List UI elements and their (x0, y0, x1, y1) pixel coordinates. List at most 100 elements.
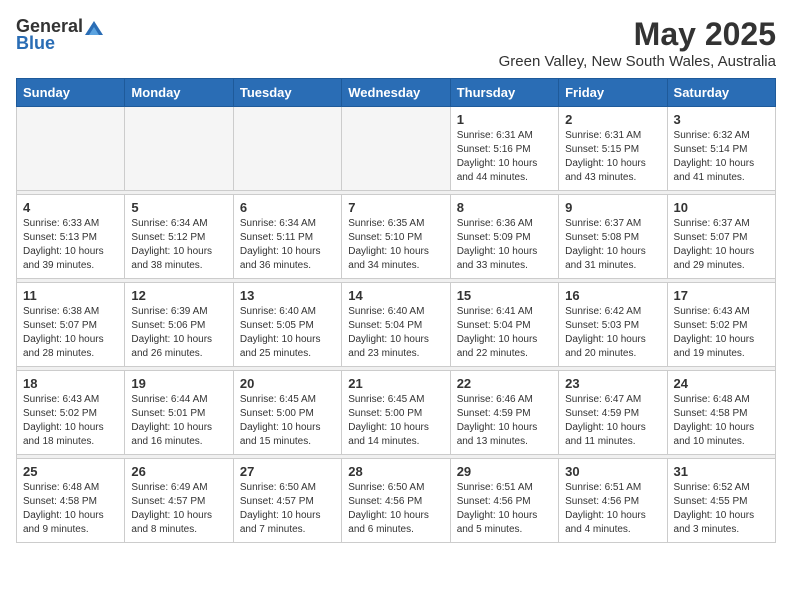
weekday-header-friday: Friday (559, 79, 667, 107)
day-number: 25 (23, 464, 118, 479)
weekday-header-monday: Monday (125, 79, 233, 107)
day-number: 30 (565, 464, 660, 479)
day-info: Sunrise: 6:37 AM Sunset: 5:07 PM Dayligh… (674, 217, 769, 273)
day-info: Sunrise: 6:34 AM Sunset: 5:12 PM Dayligh… (131, 217, 226, 273)
header: General Blue May 2025 Green Valley, New … (16, 16, 776, 70)
calendar-cell: 16 Sunrise: 6:42 AM Sunset: 5:03 PM Dayli… (559, 283, 667, 367)
weekday-header-wednesday: Wednesday (342, 79, 450, 107)
day-info: Sunrise: 6:35 AM Sunset: 5:10 PM Dayligh… (348, 217, 443, 273)
calendar-cell: 27Sunrise: 6:50 AM Sunset: 4:57 PM Dayli… (233, 459, 341, 543)
day-number: 2 (565, 112, 660, 127)
day-number: 19 (131, 376, 226, 391)
day-info: Sunrise: 6:48 AM Sunset: 4:58 PM Dayligh… (674, 393, 769, 449)
calendar-cell: 31 Sunrise: 6:52 AM Sunset: 4:55 PM Dayli… (667, 459, 775, 543)
day-info: Sunrise: 6:41 AM Sunset: 5:04 PM Dayligh… (457, 305, 552, 361)
day-number: 8 (457, 200, 552, 215)
day-info: Sunrise: 6:38 AM Sunset: 5:07 PM Dayligh… (23, 305, 118, 361)
day-info: Sunrise: 6:37 AM Sunset: 5:08 PM Dayligh… (565, 217, 660, 273)
day-number: 22 (457, 376, 552, 391)
day-number: 12 (131, 288, 226, 303)
calendar-cell: 29 Sunrise: 6:51 AM Sunset: 4:56 PM Dayli… (450, 459, 558, 543)
day-info: Sunrise: 6:44 AM Sunset: 5:01 PM Dayligh… (131, 393, 226, 449)
day-number: 28 (348, 464, 443, 479)
calendar-cell (125, 107, 233, 191)
day-info: Sunrise: 6:46 AM Sunset: 4:59 PM Dayligh… (457, 393, 552, 449)
day-info: Sunrise: 6:32 AM Sunset: 5:14 PM Dayligh… (674, 129, 769, 185)
day-number: 23 (565, 376, 660, 391)
location-title: Green Valley, New South Wales, Australia (499, 53, 776, 70)
calendar-cell: 30 Sunrise: 6:51 AM Sunset: 4:56 PM Dayli… (559, 459, 667, 543)
calendar-cell: 22 Sunrise: 6:46 AM Sunset: 4:59 PM Dayli… (450, 371, 558, 455)
day-number: 13 (240, 288, 335, 303)
day-info: Sunrise: 6:48 AM Sunset: 4:58 PM Dayligh… (23, 481, 118, 537)
calendar-cell (17, 107, 125, 191)
calendar-cell: 15 Sunrise: 6:41 AM Sunset: 5:04 PM Dayli… (450, 283, 558, 367)
week-row-1: 1 Sunrise: 6:31 AM Sunset: 5:16 PM Daylig… (17, 107, 776, 191)
weekday-header-thursday: Thursday (450, 79, 558, 107)
day-info: Sunrise: 6:51 AM Sunset: 4:56 PM Dayligh… (457, 481, 552, 537)
calendar-cell: 2 Sunrise: 6:31 AM Sunset: 5:15 PM Daylig… (559, 107, 667, 191)
calendar-cell: 11 Sunrise: 6:38 AM Sunset: 5:07 PM Dayli… (17, 283, 125, 367)
day-number: 7 (348, 200, 443, 215)
calendar-cell (342, 107, 450, 191)
calendar-cell: 17Sunrise: 6:43 AM Sunset: 5:02 PM Dayli… (667, 283, 775, 367)
calendar-cell: 28 Sunrise: 6:50 AM Sunset: 4:56 PM Dayli… (342, 459, 450, 543)
calendar-cell: 7 Sunrise: 6:35 AM Sunset: 5:10 PM Daylig… (342, 195, 450, 279)
calendar-cell: 10 Sunrise: 6:37 AM Sunset: 5:07 PM Dayli… (667, 195, 775, 279)
day-number: 11 (23, 288, 118, 303)
day-info: Sunrise: 6:52 AM Sunset: 4:55 PM Dayligh… (674, 481, 769, 537)
day-number: 10 (674, 200, 769, 215)
day-number: 24 (674, 376, 769, 391)
day-info: Sunrise: 6:42 AM Sunset: 5:03 PM Dayligh… (565, 305, 660, 361)
day-number: 16 (565, 288, 660, 303)
calendar-cell: 1 Sunrise: 6:31 AM Sunset: 5:16 PM Daylig… (450, 107, 558, 191)
day-number: 26 (131, 464, 226, 479)
week-row-4: 18 Sunrise: 6:43 AM Sunset: 5:02 PM Dayli… (17, 371, 776, 455)
day-info: Sunrise: 6:36 AM Sunset: 5:09 PM Dayligh… (457, 217, 552, 273)
calendar: SundayMondayTuesdayWednesdayThursdayFrid… (16, 78, 776, 543)
weekday-header-sunday: Sunday (17, 79, 125, 107)
weekday-header-tuesday: Tuesday (233, 79, 341, 107)
day-number: 21 (348, 376, 443, 391)
day-number: 9 (565, 200, 660, 215)
calendar-cell: 9 Sunrise: 6:37 AM Sunset: 5:08 PM Daylig… (559, 195, 667, 279)
title-area: May 2025 Green Valley, New South Wales, … (499, 16, 776, 70)
day-info: Sunrise: 6:51 AM Sunset: 4:56 PM Dayligh… (565, 481, 660, 537)
day-number: 17 (674, 288, 769, 303)
day-number: 5 (131, 200, 226, 215)
week-row-3: 11 Sunrise: 6:38 AM Sunset: 5:07 PM Dayli… (17, 283, 776, 367)
day-info: Sunrise: 6:45 AM Sunset: 5:00 PM Dayligh… (240, 393, 335, 449)
day-number: 29 (457, 464, 552, 479)
calendar-cell: 3Sunrise: 6:32 AM Sunset: 5:14 PM Daylig… (667, 107, 775, 191)
calendar-cell: 8 Sunrise: 6:36 AM Sunset: 5:09 PM Daylig… (450, 195, 558, 279)
day-number: 18 (23, 376, 118, 391)
day-info: Sunrise: 6:34 AM Sunset: 5:11 PM Dayligh… (240, 217, 335, 273)
day-info: Sunrise: 6:40 AM Sunset: 5:04 PM Dayligh… (348, 305, 443, 361)
day-info: Sunrise: 6:50 AM Sunset: 4:56 PM Dayligh… (348, 481, 443, 537)
day-info: Sunrise: 6:43 AM Sunset: 5:02 PM Dayligh… (23, 393, 118, 449)
day-number: 20 (240, 376, 335, 391)
calendar-cell: 26 Sunrise: 6:49 AM Sunset: 4:57 PM Dayli… (125, 459, 233, 543)
day-info: Sunrise: 6:31 AM Sunset: 5:15 PM Dayligh… (565, 129, 660, 185)
day-info: Sunrise: 6:47 AM Sunset: 4:59 PM Dayligh… (565, 393, 660, 449)
day-info: Sunrise: 6:49 AM Sunset: 4:57 PM Dayligh… (131, 481, 226, 537)
weekday-header-row: SundayMondayTuesdayWednesdayThursdayFrid… (17, 79, 776, 107)
day-number: 14 (348, 288, 443, 303)
calendar-cell: 14 Sunrise: 6:40 AM Sunset: 5:04 PM Dayli… (342, 283, 450, 367)
day-number: 1 (457, 112, 552, 127)
month-title: May 2025 (499, 16, 776, 53)
day-info: Sunrise: 6:40 AM Sunset: 5:05 PM Dayligh… (240, 305, 335, 361)
day-info: Sunrise: 6:33 AM Sunset: 5:13 PM Dayligh… (23, 217, 118, 273)
calendar-cell: 20 Sunrise: 6:45 AM Sunset: 5:00 PM Dayli… (233, 371, 341, 455)
day-number: 6 (240, 200, 335, 215)
day-info: Sunrise: 6:50 AM Sunset: 4:57 PM Dayligh… (240, 481, 335, 537)
calendar-cell: 18 Sunrise: 6:43 AM Sunset: 5:02 PM Dayli… (17, 371, 125, 455)
calendar-cell: 21 Sunrise: 6:45 AM Sunset: 5:00 PM Dayli… (342, 371, 450, 455)
day-number: 31 (674, 464, 769, 479)
calendar-cell (233, 107, 341, 191)
day-info: Sunrise: 6:39 AM Sunset: 5:06 PM Dayligh… (131, 305, 226, 361)
day-info: Sunrise: 6:45 AM Sunset: 5:00 PM Dayligh… (348, 393, 443, 449)
day-info: Sunrise: 6:31 AM Sunset: 5:16 PM Dayligh… (457, 129, 552, 185)
day-number: 15 (457, 288, 552, 303)
calendar-cell: 6 Sunrise: 6:34 AM Sunset: 5:11 PM Daylig… (233, 195, 341, 279)
